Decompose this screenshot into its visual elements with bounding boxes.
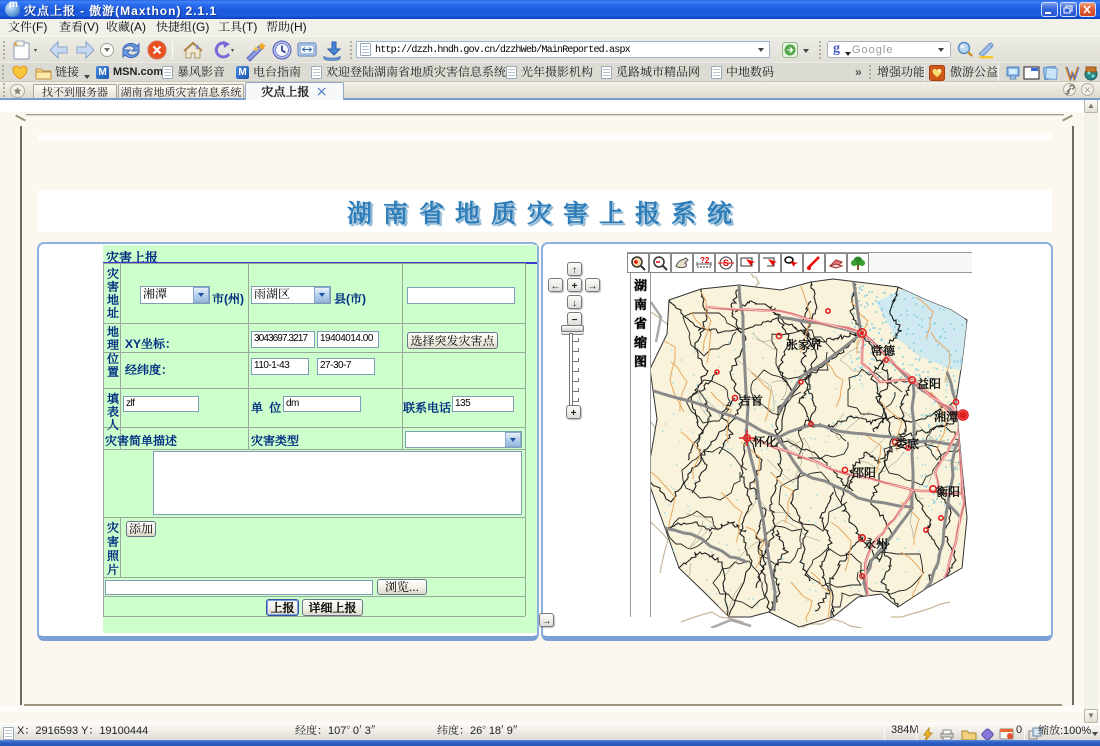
svg-text:衡阳: 衡阳 <box>936 483 960 500</box>
svg-text:永州: 永州 <box>864 535 888 552</box>
svg-text:邵阳: 邵阳 <box>852 464 876 481</box>
svg-text:?2: ?2 <box>700 255 710 266</box>
svg-text:常德: 常德 <box>871 342 896 359</box>
svg-text:怀化: 怀化 <box>752 433 777 450</box>
svg-text:吉首: 吉首 <box>739 392 763 409</box>
svg-text:张家界: 张家界 <box>786 336 822 353</box>
svg-text:益阳: 益阳 <box>917 375 941 392</box>
svg-text:娄底: 娄底 <box>895 435 919 452</box>
svg-text:湘潭: 湘潭 <box>934 408 958 425</box>
